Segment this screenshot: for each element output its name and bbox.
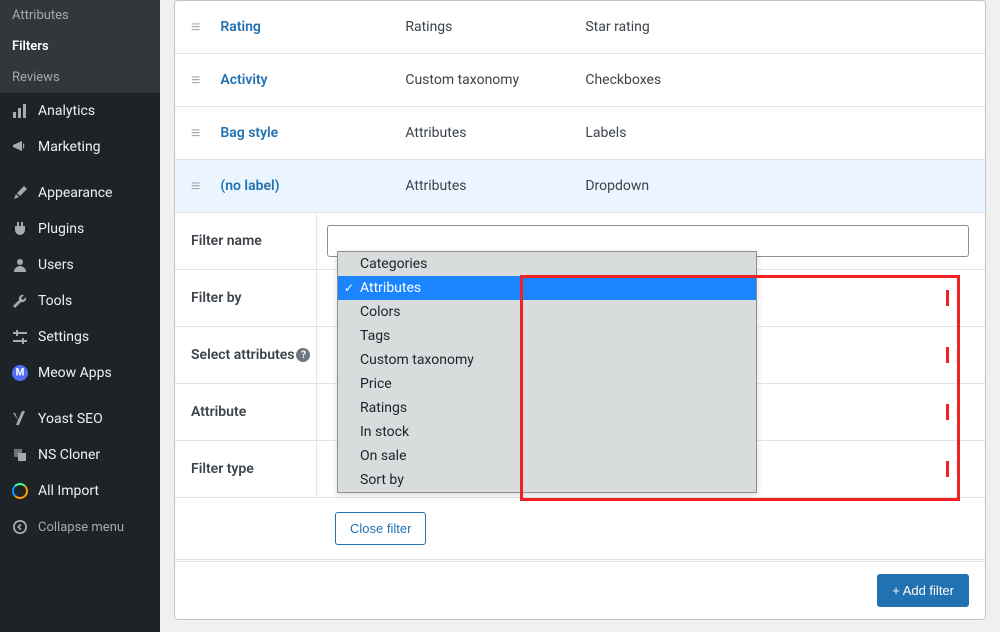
sidebar-item-label: Analytics bbox=[38, 103, 95, 119]
help-icon[interactable]: ? bbox=[296, 348, 310, 362]
collapse-menu-label: Collapse menu bbox=[38, 520, 124, 535]
filters-panel: ≡ Rating Ratings Star rating ≡ Activity … bbox=[174, 0, 986, 620]
sidebar-item-meow-apps[interactable]: Meow Apps bbox=[0, 355, 160, 391]
filter-edit-form: Filter name Filter by Select attributes … bbox=[175, 213, 985, 498]
submenu-item-reviews[interactable]: Reviews bbox=[0, 62, 160, 93]
dropdown-option[interactable]: Ratings bbox=[338, 396, 756, 420]
dropdown-option[interactable]: Custom taxonomy bbox=[338, 348, 756, 372]
dropdown-option[interactable]: In stock bbox=[338, 420, 756, 444]
dropdown-option[interactable]: Price bbox=[338, 372, 756, 396]
drag-handle-icon[interactable]: ≡ bbox=[191, 70, 200, 90]
drag-handle-icon[interactable]: ≡ bbox=[191, 17, 200, 37]
brush-icon bbox=[10, 183, 30, 203]
sliders-icon bbox=[10, 327, 30, 347]
close-filter-row: Close filter bbox=[175, 498, 985, 560]
collapse-icon bbox=[10, 517, 30, 537]
nscloner-icon bbox=[10, 445, 30, 465]
filter-row[interactable]: ≡ Bag style Attributes Labels bbox=[175, 107, 985, 160]
sidebar-item-label: Yoast SEO bbox=[38, 411, 103, 427]
users-icon bbox=[10, 255, 30, 275]
plugin-icon bbox=[10, 219, 30, 239]
analytics-icon bbox=[10, 101, 30, 121]
sidebar-item-settings[interactable]: Settings bbox=[0, 319, 160, 355]
form-label: Attribute bbox=[191, 404, 316, 420]
close-filter-button[interactable]: Close filter bbox=[335, 512, 426, 545]
submenu-item-attributes[interactable]: Attributes bbox=[0, 0, 160, 31]
dropdown-option[interactable]: Tags bbox=[338, 324, 756, 348]
filter-row[interactable]: ≡ Rating Ratings Star rating bbox=[175, 1, 985, 54]
collapse-menu[interactable]: Collapse menu bbox=[0, 509, 160, 545]
check-icon: ✓ bbox=[344, 281, 354, 295]
submenu-item-filters[interactable]: Filters bbox=[0, 31, 160, 62]
sidebar-item-appearance[interactable]: Appearance bbox=[0, 175, 160, 211]
sidebar-item-analytics[interactable]: Analytics bbox=[0, 93, 160, 129]
filter-display: Checkboxes bbox=[585, 72, 661, 88]
filter-by-dropdown[interactable]: Categories ✓ Attributes Colors Tags Cust… bbox=[337, 251, 757, 493]
sidebar-item-label: Users bbox=[38, 257, 74, 273]
sidebar-item-all-import[interactable]: All Import bbox=[0, 473, 160, 509]
filter-row[interactable]: ≡ Activity Custom taxonomy Checkboxes bbox=[175, 54, 985, 107]
wrench-icon bbox=[10, 291, 30, 311]
sidebar-item-users[interactable]: Users bbox=[0, 247, 160, 283]
dropdown-option[interactable]: Colors bbox=[338, 300, 756, 324]
sidebar-item-tools[interactable]: Tools bbox=[0, 283, 160, 319]
form-label: Filter type bbox=[191, 461, 316, 477]
sidebar-item-label: Marketing bbox=[38, 139, 101, 155]
sidebar-item-yoast-seo[interactable]: Yoast SEO bbox=[0, 401, 160, 437]
allimport-icon bbox=[10, 481, 30, 501]
filter-display: Labels bbox=[585, 125, 626, 141]
sidebar-item-plugins[interactable]: Plugins bbox=[0, 211, 160, 247]
panel-footer: + Add filter bbox=[175, 561, 985, 619]
sidebar-item-label: Tools bbox=[38, 293, 72, 309]
dropdown-option-selected[interactable]: ✓ Attributes bbox=[338, 276, 756, 300]
sidebar-item-label: Settings bbox=[38, 329, 89, 345]
sidebar-item-label: Meow Apps bbox=[38, 365, 112, 381]
sidebar-submenu: Attributes Filters Reviews bbox=[0, 0, 160, 93]
sidebar-item-label: Appearance bbox=[38, 185, 112, 201]
filter-type: Attributes bbox=[405, 125, 585, 141]
filter-label-link[interactable]: Activity bbox=[220, 72, 405, 88]
dropdown-option[interactable]: Sort by bbox=[338, 468, 756, 492]
filter-type: Custom taxonomy bbox=[405, 72, 585, 88]
sidebar-item-label: All Import bbox=[38, 483, 99, 499]
drag-handle-icon[interactable]: ≡ bbox=[191, 176, 200, 196]
form-label: Filter name bbox=[191, 233, 316, 249]
filter-display: Dropdown bbox=[585, 178, 649, 194]
sidebar-item-marketing[interactable]: Marketing bbox=[0, 129, 160, 165]
form-label: Filter by bbox=[191, 290, 316, 306]
dropdown-option[interactable]: Categories bbox=[338, 252, 756, 276]
dropdown-option[interactable]: On sale bbox=[338, 444, 756, 468]
admin-sidebar: Attributes Filters Reviews Analytics Mar… bbox=[0, 0, 160, 632]
filter-type: Attributes bbox=[405, 178, 585, 194]
sidebar-item-label: Plugins bbox=[38, 221, 84, 237]
filter-label-link[interactable]: Rating bbox=[220, 19, 405, 35]
drag-handle-icon[interactable]: ≡ bbox=[191, 123, 200, 143]
filter-label-link[interactable]: Bag style bbox=[220, 125, 405, 141]
main-content: ≡ Rating Ratings Star rating ≡ Activity … bbox=[160, 0, 1000, 632]
form-label: Select attributes ? bbox=[191, 347, 316, 363]
filter-type: Ratings bbox=[405, 19, 585, 35]
filter-display: Star rating bbox=[585, 19, 649, 35]
yoast-icon bbox=[10, 409, 30, 429]
filter-row-selected[interactable]: ≡ (no label) Attributes Dropdown bbox=[175, 160, 985, 213]
meow-icon bbox=[10, 363, 30, 383]
add-filter-button[interactable]: + Add filter bbox=[877, 574, 969, 607]
sidebar-item-label: NS Cloner bbox=[38, 447, 100, 463]
sidebar-item-ns-cloner[interactable]: NS Cloner bbox=[0, 437, 160, 473]
filter-label-link[interactable]: (no label) bbox=[220, 178, 405, 194]
megaphone-icon bbox=[10, 137, 30, 157]
